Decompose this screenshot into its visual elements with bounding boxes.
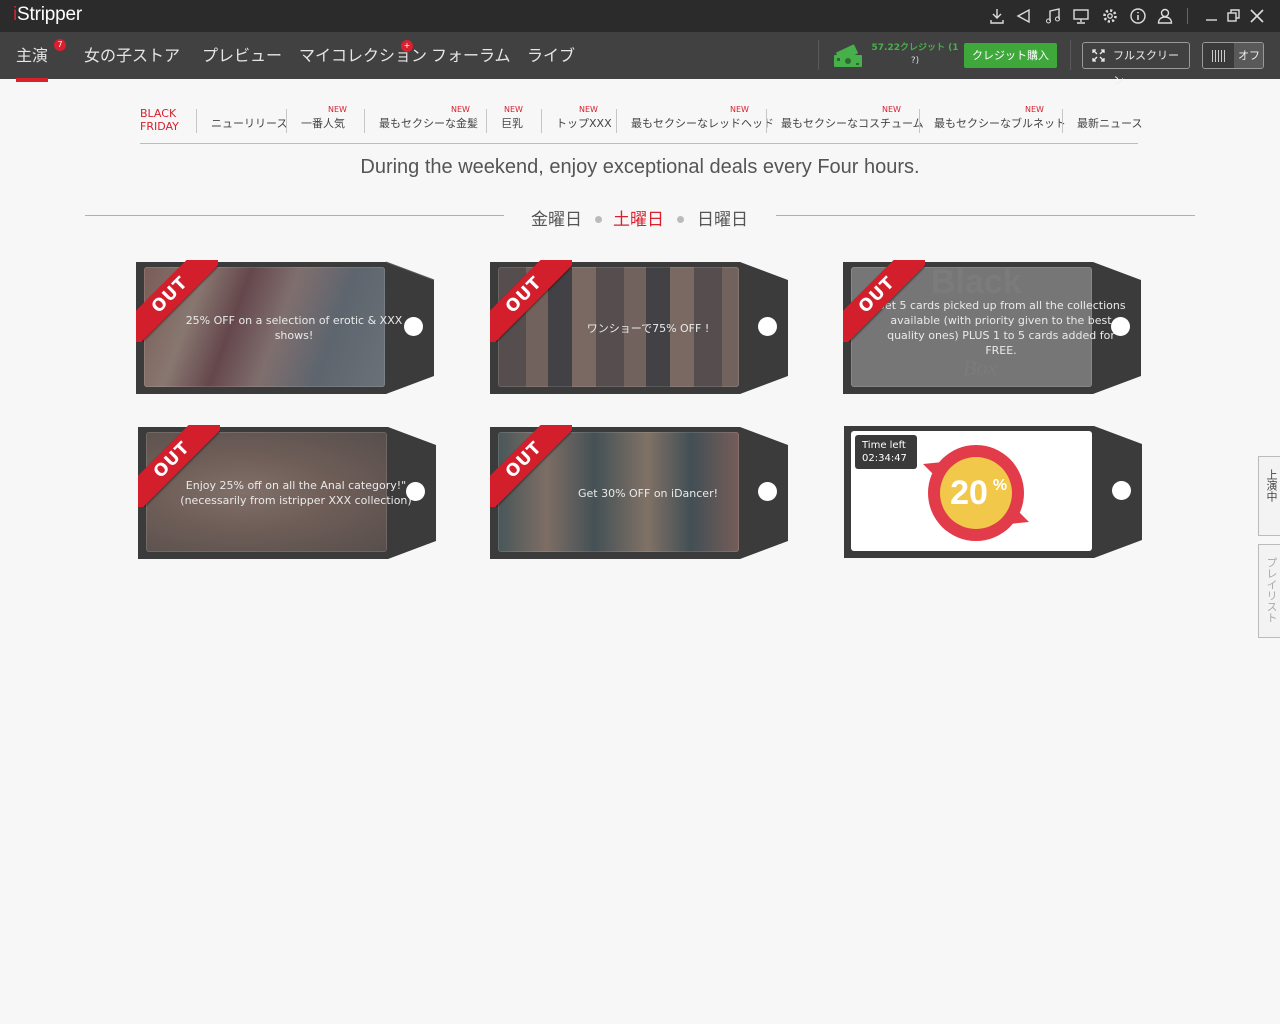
- new-badge: NEW: [730, 105, 749, 114]
- music-icon[interactable]: [1044, 7, 1062, 25]
- bars-icon: [1203, 43, 1234, 68]
- tag-hole: [758, 482, 777, 501]
- deal-card[interactable]: Get 30% OFF on iDancer! OUT: [490, 425, 790, 561]
- category-black-friday[interactable]: BLACK FRIDAY: [140, 107, 179, 139]
- side-tab-playlist[interactable]: プレイリスト: [1258, 544, 1280, 638]
- restore-icon[interactable]: [1225, 7, 1243, 25]
- timer-label: Time left: [862, 440, 906, 451]
- percent-sign: %: [993, 477, 1007, 494]
- gear-icon[interactable]: [1101, 7, 1119, 25]
- divider: [1062, 109, 1063, 133]
- deal-card[interactable]: 25% OFF on a selection of erotic & XXX s…: [136, 260, 436, 396]
- new-badge: NEW: [579, 105, 598, 114]
- download-icon[interactable]: [988, 7, 1006, 25]
- deal-card[interactable]: Black Box Get 5 cards picked up from all…: [843, 260, 1143, 396]
- sold-out-ribbon: OUT: [490, 260, 572, 342]
- tab-preview[interactable]: プレビュー: [202, 42, 282, 66]
- timer-value: 02:34:47: [862, 453, 907, 464]
- day-sunday[interactable]: 日曜日: [697, 205, 748, 230]
- discount-value: 20: [950, 474, 988, 512]
- tab-store[interactable]: 女の子ストア: [84, 42, 180, 66]
- fullscreen-icon: [1092, 49, 1105, 62]
- title-bar: iStripper: [0, 0, 1280, 32]
- new-badge: NEW: [882, 105, 901, 114]
- day-separator-dot: [595, 216, 602, 223]
- promo-headline: During the weekend, enjoy exceptional de…: [360, 156, 920, 178]
- deal-card[interactable]: Enjoy 25% off on all the Anal category!"…: [138, 425, 438, 561]
- main-nav: 主演 7 女の子ストア プレビュー マイコレクション + フォーラム ライブ 5…: [0, 32, 1280, 87]
- discount-20-percent-icon: 20 %: [923, 445, 1029, 541]
- tab-forum[interactable]: フォーラム: [431, 42, 511, 66]
- day-saturday[interactable]: 土曜日: [613, 205, 664, 230]
- new-badge: NEW: [504, 105, 523, 114]
- divider: [486, 109, 487, 133]
- category-nav: BLACK FRIDAY ニューリリース NEW 一番人気 NEW 最もセクシーな金髪…: [140, 104, 1142, 144]
- minimize-icon[interactable]: [1203, 7, 1221, 25]
- new-badge: NEW: [451, 105, 470, 114]
- day-separator-dot: [677, 216, 684, 223]
- tag-hole: [404, 317, 423, 336]
- countdown-timer: Time left 02:34:47: [855, 435, 917, 469]
- sold-out-ribbon: OUT: [490, 425, 572, 507]
- fullscreen-label: フルスクリーン: [1113, 49, 1179, 87]
- divider: [364, 109, 365, 133]
- titlebar-divider: [1187, 8, 1188, 24]
- divider: [541, 109, 542, 133]
- mode-toggle[interactable]: オフ: [1202, 42, 1264, 69]
- fullscreen-button[interactable]: フルスクリーン: [1082, 42, 1190, 87]
- info-icon[interactable]: [1129, 7, 1147, 25]
- divider: [766, 109, 767, 133]
- monitor-icon[interactable]: [1072, 7, 1090, 25]
- day-friday[interactable]: 金曜日: [531, 205, 582, 230]
- divider: [616, 109, 617, 133]
- divider: [776, 215, 1195, 216]
- divider: [85, 215, 504, 216]
- tab-featured[interactable]: 主演: [16, 42, 49, 82]
- divider: [286, 109, 287, 133]
- user-icon[interactable]: [1156, 7, 1174, 25]
- divider: [196, 109, 197, 133]
- tag-hole: [1112, 481, 1131, 500]
- close-icon[interactable]: [1248, 7, 1266, 25]
- deal-image: Time left 02:34:47 20 %: [851, 431, 1092, 551]
- tag-hole: [758, 317, 777, 336]
- sold-out-ribbon: OUT: [843, 260, 925, 342]
- buy-credits-button[interactable]: クレジット購入: [964, 43, 1057, 68]
- divider: [1070, 40, 1071, 70]
- divider: [919, 109, 920, 133]
- sold-out-ribbon: OUT: [138, 425, 220, 507]
- app-logo: iStripper: [13, 4, 82, 25]
- announcement-icon[interactable]: [1015, 7, 1033, 25]
- tab-live[interactable]: ライブ: [527, 42, 575, 66]
- side-tab-now-playing[interactable]: 上演中: [1258, 456, 1280, 536]
- tag-hole: [1111, 317, 1130, 336]
- notification-badge: 7: [54, 39, 66, 51]
- toggle-state-label: オフ: [1234, 43, 1263, 68]
- sold-out-ribbon: OUT: [136, 260, 218, 342]
- credits-icon: [834, 44, 862, 67]
- notification-badge: +: [401, 40, 413, 52]
- new-badge: NEW: [328, 105, 347, 114]
- credit-balance: 57.22クレジット (1?): [871, 43, 959, 66]
- deal-card-active[interactable]: Time left 02:34:47 20 %: [844, 424, 1144, 560]
- new-badge: NEW: [1025, 105, 1044, 114]
- divider: [818, 40, 819, 70]
- deal-card[interactable]: ワンショーで75% OFF ! OUT: [490, 260, 790, 396]
- tag-hole: [406, 482, 425, 501]
